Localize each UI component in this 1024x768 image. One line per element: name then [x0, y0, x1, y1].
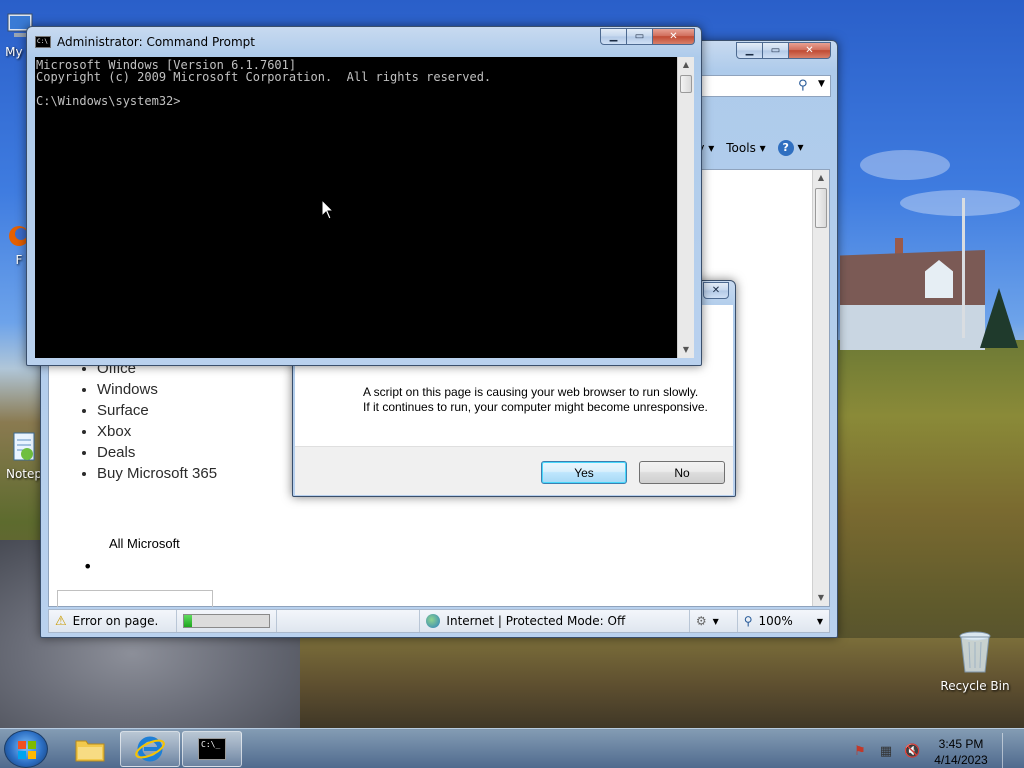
bullet: • [83, 557, 93, 576]
blank-segment [277, 610, 421, 632]
scroll-up-arrow[interactable]: ▲ [813, 170, 829, 186]
maximize-button[interactable]: ▭ [762, 42, 789, 59]
page-scrollbar[interactable]: ▲ ▼ [812, 170, 829, 606]
console-prompt: C:\Windows\system32> [36, 94, 181, 108]
start-button[interactable] [4, 730, 48, 768]
scroll-thumb[interactable] [815, 188, 827, 228]
no-button[interactable]: No [639, 461, 725, 484]
message-line-1: A script on this page is causing your we… [363, 385, 699, 399]
volume-muted-icon[interactable]: 🔇 [904, 744, 920, 760]
scroll-down-arrow[interactable]: ▼ [678, 342, 694, 358]
console-scrollbar[interactable]: ▲ ▼ [677, 57, 694, 358]
search-icon[interactable]: ⚲ [798, 78, 808, 93]
action-center-icon[interactable]: ⚑ [852, 744, 868, 760]
error-text: Error on page. [72, 614, 159, 628]
windows-logo-icon [18, 741, 36, 759]
recycle-bin-icon [959, 631, 991, 673]
window-title: Administrator: Command Prompt [57, 35, 255, 49]
console-line: Copyright (c) 2009 Microsoft Corporation… [36, 70, 492, 84]
list-item[interactable]: Xbox [97, 423, 217, 444]
cmd-icon: C:\ [35, 36, 51, 48]
help-menu[interactable]: ? ▾ [777, 140, 804, 156]
system-tray: ⚑ ▦ 🔇 3:45 PM 4/14/2023 [852, 733, 1014, 768]
list-item[interactable]: Windows [97, 381, 217, 402]
flag-pole [962, 198, 965, 338]
error-status[interactable]: ⚠ Error on page. [49, 610, 177, 632]
minimize-button[interactable]: ▁ [600, 28, 627, 45]
tools-label: Tools [726, 141, 756, 155]
taskbar-explorer[interactable] [60, 731, 120, 767]
cloud [900, 190, 1020, 216]
scroll-up-arrow[interactable]: ▲ [678, 57, 694, 73]
window-controls: ▁ ▭ ✕ [600, 28, 695, 45]
scroll-down-arrow[interactable]: ▼ [813, 590, 829, 606]
gear-icon: ⚙ [695, 614, 707, 628]
help-icon: ? [777, 140, 794, 156]
clock-time: 3:45 PM [938, 737, 984, 751]
desktop-icon-recycle-bin[interactable]: Recycle Bin [940, 630, 1010, 693]
list-item[interactable]: Buy Microsoft 365 [97, 465, 217, 486]
pine-tree [980, 288, 1018, 348]
list-item[interactable]: Surface [97, 402, 217, 423]
folder-icon [75, 740, 105, 762]
progress-segment [177, 610, 277, 632]
zoom-level: 100% [758, 614, 793, 628]
search-box[interactable]: ⚲ ▼ [701, 75, 831, 97]
warning-icon: ⚠ [55, 613, 67, 629]
console-output[interactable]: Microsoft Windows [Version 6.1.7601] Copy… [35, 57, 677, 358]
zoom-control[interactable]: ⚲ 100% ▼ [738, 610, 829, 632]
zone-status[interactable]: Internet | Protected Mode: Off [420, 610, 690, 632]
cmd-icon: C:\_ [198, 738, 226, 760]
window-controls: ▁ ▭ ✕ [736, 42, 831, 59]
show-desktop-button[interactable] [1002, 733, 1014, 768]
progress-bar [182, 614, 270, 628]
maximize-button[interactable]: ▭ [626, 28, 653, 45]
blank-field [57, 590, 213, 607]
cloud [860, 150, 950, 180]
grass [300, 638, 1024, 730]
command-prompt-window[interactable]: C:\ Administrator: Command Prompt ▁ ▭ ✕ … [26, 26, 702, 366]
zone-text: Internet | Protected Mode: Off [446, 614, 626, 628]
magnifier-icon: ⚲ [743, 614, 753, 628]
mouse-cursor-icon [321, 199, 335, 220]
clock[interactable]: 3:45 PM 4/14/2023 [930, 736, 992, 768]
close-button[interactable]: ✕ [652, 28, 695, 45]
network-icon[interactable]: ▦ [878, 744, 894, 760]
chevron-down-icon: ▼ [816, 616, 823, 626]
desktop-icon-notepad[interactable]: Notep [4, 430, 44, 481]
scroll-thumb[interactable] [680, 75, 692, 93]
dialog-footer: Yes No [295, 446, 733, 495]
title-bar[interactable]: C:\ Administrator: Command Prompt [35, 33, 255, 51]
chevron-down-icon: ▼ [712, 616, 719, 626]
clock-date: 4/14/2023 [934, 753, 988, 767]
message-line-2: If it continues to run, your computer mi… [363, 400, 708, 414]
taskbar: C:\_ ⚑ ▦ 🔇 3:45 PM 4/14/2023 [0, 728, 1024, 768]
globe-icon [426, 614, 441, 628]
taskbar-internet-explorer[interactable] [120, 731, 180, 767]
list-item[interactable]: Deals [97, 444, 217, 465]
desktop-icon-label: Recycle Bin [940, 679, 1010, 693]
dialog-message: A script on this page is causing your we… [363, 385, 713, 415]
chevron-down-icon[interactable]: ▼ [818, 79, 825, 89]
page-menu-list: Office Windows Surface Xbox Deals Buy Mi… [79, 360, 217, 486]
close-button[interactable]: ✕ [788, 42, 831, 59]
progress-fill [183, 615, 193, 627]
dialog-controls: ✕ [703, 282, 729, 299]
close-button[interactable]: ✕ [703, 282, 729, 299]
add-ons-status[interactable]: ⚙ ▼ [690, 610, 738, 632]
status-bar: ⚠ Error on page. Internet | Protected Mo… [48, 609, 830, 633]
all-microsoft-link[interactable]: All Microsoft [109, 536, 180, 551]
minimize-button[interactable]: ▁ [736, 42, 763, 59]
notepad-icon [13, 432, 35, 461]
taskbar-command-prompt[interactable]: C:\_ [182, 731, 242, 767]
desktop-icon-label: Notep [5, 467, 43, 481]
yes-button[interactable]: Yes [541, 461, 627, 484]
tools-menu[interactable]: Tools ▾ [726, 141, 765, 155]
internet-explorer-icon [135, 736, 165, 762]
